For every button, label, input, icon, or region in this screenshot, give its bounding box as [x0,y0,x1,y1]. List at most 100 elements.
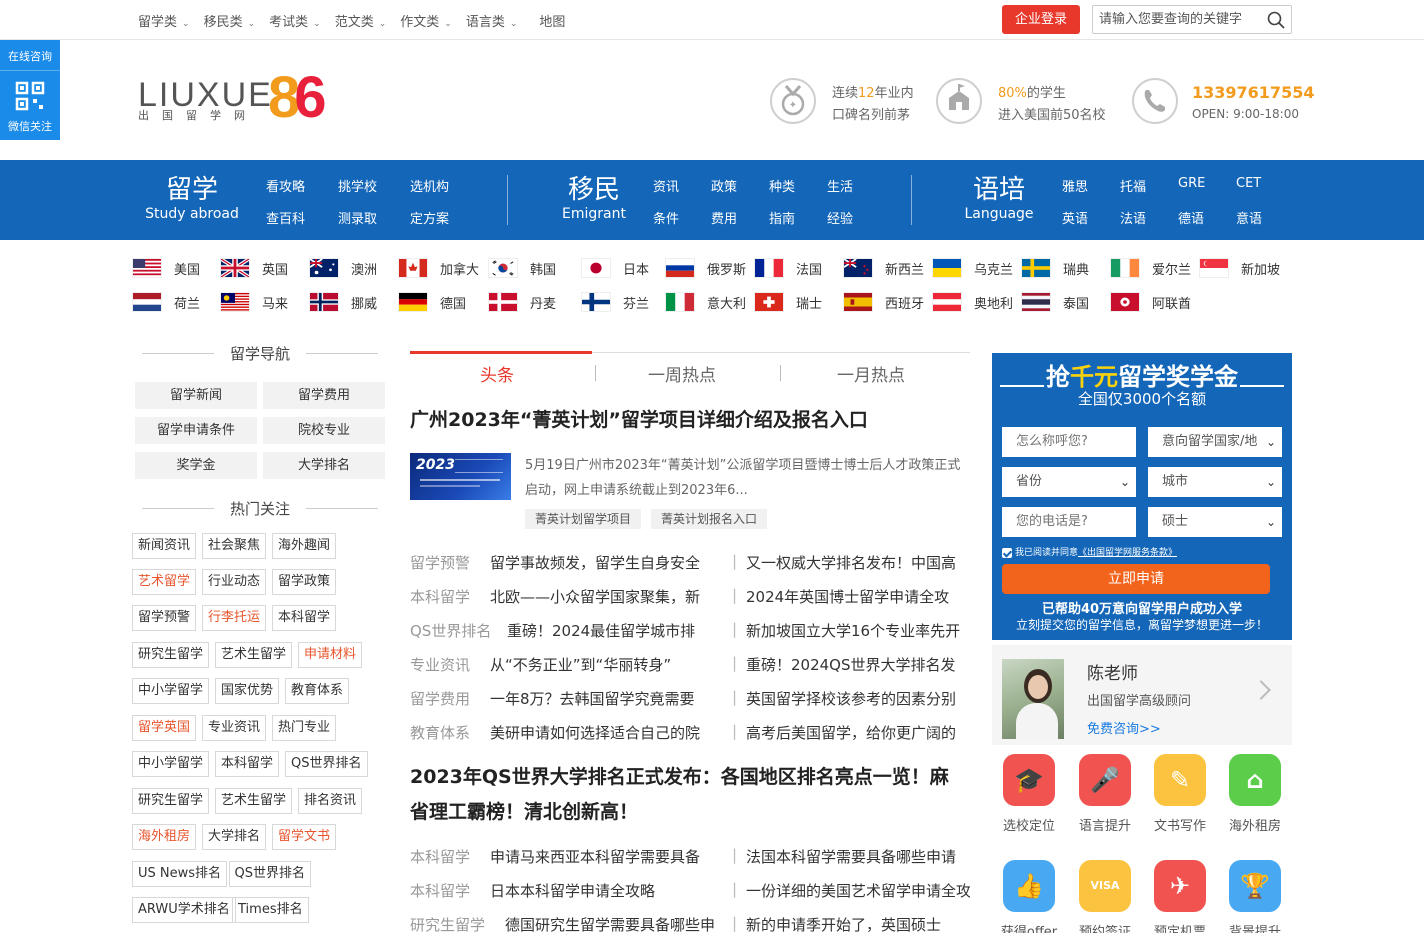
country-link[interactable]: 加拿大 [398,256,479,280]
country-link[interactable]: 乌克兰 [932,256,1013,280]
hot-tag[interactable]: Times排名 [232,897,309,923]
news-title-link[interactable]: 北欧——小众留学国家聚集，新 [490,586,700,607]
country-link[interactable]: 奥地利 [932,290,1013,314]
nav-link[interactable]: 挑学校 [338,176,410,195]
hot-tag[interactable]: 国家优势 [215,678,280,704]
nav-study-abroad[interactable]: 留学 Study abroad [145,174,239,222]
headline-article-2-line2[interactable]: 省理工霸榜！清北创新高！ [410,795,638,830]
search-input[interactable] [1093,6,1253,33]
hot-tag[interactable]: 海外趣闻 [272,533,337,559]
service-item[interactable]: 🎓 选校定位 [994,754,1064,834]
country-link[interactable]: 意大利 [665,290,746,314]
hot-tag[interactable]: 中小学留学 [132,751,210,777]
news-title-link[interactable]: 美研申请如何选择适合自己的院 [490,722,700,743]
hot-tag[interactable]: 申请材料 [298,642,363,668]
country-link[interactable]: 法国 [754,256,822,280]
hot-tag[interactable]: 行业动态 [202,569,267,595]
news-title-link[interactable]: 一份详细的美国艺术留学申请全攻略, [746,880,970,901]
hot-tag[interactable]: 留学政策 [272,569,337,595]
service-item[interactable]: 🏆 背景提升 [1220,860,1290,933]
nav-link[interactable]: 定方案 [410,208,482,227]
top-nav-item[interactable]: 留学类 ⌄ [138,11,190,30]
hot-tag[interactable]: 研究生留学 [132,642,210,668]
news-title-link[interactable]: 重磅！2024最佳留学城市排 [507,620,695,641]
nav-link[interactable]: 意语 [1236,208,1294,227]
country-link[interactable]: 泰国 [1021,290,1089,314]
article-tag[interactable]: 菁英计划留学项目 [525,509,642,529]
country-link[interactable]: 瑞士 [754,290,822,314]
news-title-link[interactable]: 申请马来西亚本科留学需要具备 [490,846,700,867]
service-item[interactable]: ✎ 文书写作 [1145,754,1215,834]
news-title-link[interactable]: 新加坡国立大学16个专业率先开 [746,620,960,641]
country-link[interactable]: 新西兰 [843,256,924,280]
nav-link[interactable]: 选机构 [410,176,482,195]
site-logo[interactable]: LIUXUE 出国留学网 86 [138,65,348,130]
hot-tag[interactable]: 本科留学 [215,751,280,777]
nav-link[interactable]: 英语 [1062,208,1120,227]
top-nav-item[interactable]: 移民类 ⌄ [204,11,256,30]
news-category-link[interactable]: 本科留学 [410,880,470,901]
news-title-link[interactable]: 新的申请季开始了，英国硕士 [746,914,941,933]
hotline-number[interactable]: 13397617554 [1192,83,1314,102]
article-tag[interactable]: 菁英计划报名入口 [651,509,768,529]
study-nav-link[interactable]: 院校专业 [263,417,385,444]
nav-language[interactable]: 语培 Language [964,174,1034,222]
tab-week-hot[interactable]: 一周热点 [648,361,716,386]
top-nav-item[interactable]: 作文类 ⌄ [400,11,452,30]
hot-tag[interactable]: 大学排名 [202,824,267,850]
advisor-card[interactable]: 陈老师 出国留学高级顾问 免费咨询>> [992,645,1292,745]
hot-tag[interactable]: 留学预警 [132,605,197,631]
headline-article[interactable]: 广州2023年“菁英计划”留学项目详细介绍及报名入口 [410,403,868,438]
city-select[interactable]: 城市 ⌄ [1148,467,1282,497]
province-select[interactable]: 省份 ⌄ [1002,467,1136,497]
hot-tag[interactable]: 艺术生留学 [215,788,293,814]
service-item[interactable]: ⌂ 海外租房 [1220,754,1290,834]
agree-checkbox[interactable] [1002,547,1012,558]
hot-tag[interactable]: US News排名 [132,861,228,887]
news-title-link[interactable]: 留学事故频发，留学生自身安全 [490,552,700,573]
news-category-link[interactable]: 专业资讯 [410,654,470,675]
country-link[interactable]: 荷兰 [132,290,200,314]
nav-link[interactable]: 托福 [1120,176,1178,195]
news-category-link[interactable]: 本科留学 [410,586,470,607]
news-category-link[interactable]: 本科留学 [410,846,470,867]
news-title-link[interactable]: 一年8万？去韩国留学究竟需要 [490,688,695,709]
news-category-link[interactable]: 留学预警 [410,552,470,573]
country-link[interactable]: 马来 [220,290,288,314]
hot-tag[interactable]: 留学英国 [132,715,197,741]
country-link[interactable]: 挪威 [309,290,377,314]
chevron-right-icon[interactable] [1251,680,1271,700]
article-thumbnail[interactable]: 2023 [410,453,511,500]
country-link[interactable]: 新加坡 [1199,256,1280,280]
hot-tag[interactable]: 热门专业 [272,715,337,741]
news-title-link[interactable]: 法国本科留学需要具备哪些申请 [746,846,956,867]
nav-link[interactable]: 种类 [769,176,827,195]
news-title-link[interactable]: 2024年英国博士留学申请全攻 [746,586,949,607]
tab-headline[interactable]: 头条 [480,361,514,386]
top-nav-map-link[interactable]: 地图 [539,11,565,30]
service-item[interactable]: 👍 获得offer [994,860,1064,933]
nav-link[interactable]: 看攻略 [266,176,338,195]
nav-link[interactable]: GRE [1178,176,1236,195]
study-nav-link[interactable]: 留学新闻 [135,382,257,409]
hot-tag[interactable]: 留学文书 [272,824,337,850]
nav-link[interactable]: 生活 [827,176,885,195]
country-link[interactable]: 瑞典 [1021,256,1089,280]
country-link[interactable]: 日本 [581,256,649,280]
degree-select[interactable]: 硕士 ⌄ [1148,507,1282,537]
study-nav-link[interactable]: 奖学金 [135,452,257,479]
country-link[interactable]: 西班牙 [843,290,924,314]
hot-tag[interactable]: ARWU学术排名 [132,897,236,923]
top-nav-item[interactable]: 考试类 ⌄ [269,11,321,30]
nav-link[interactable]: 查百科 [266,208,338,227]
news-title-link[interactable]: 日本本科留学申请全攻略 [490,880,655,901]
news-title-link[interactable]: 从“不务正业”到“华丽转身” [490,654,671,675]
nav-link[interactable]: 指南 [769,208,827,227]
nav-link[interactable]: 雅思 [1062,176,1120,195]
country-link[interactable]: 德国 [398,290,466,314]
hot-tag[interactable]: 排名资讯 [298,788,363,814]
news-category-link[interactable]: 留学费用 [410,688,470,709]
country-link[interactable]: 澳洲 [309,256,377,280]
hot-tag[interactable]: 教育体系 [285,678,350,704]
news-title-link[interactable]: 重磅！2024QS世界大学排名发 [746,654,956,675]
